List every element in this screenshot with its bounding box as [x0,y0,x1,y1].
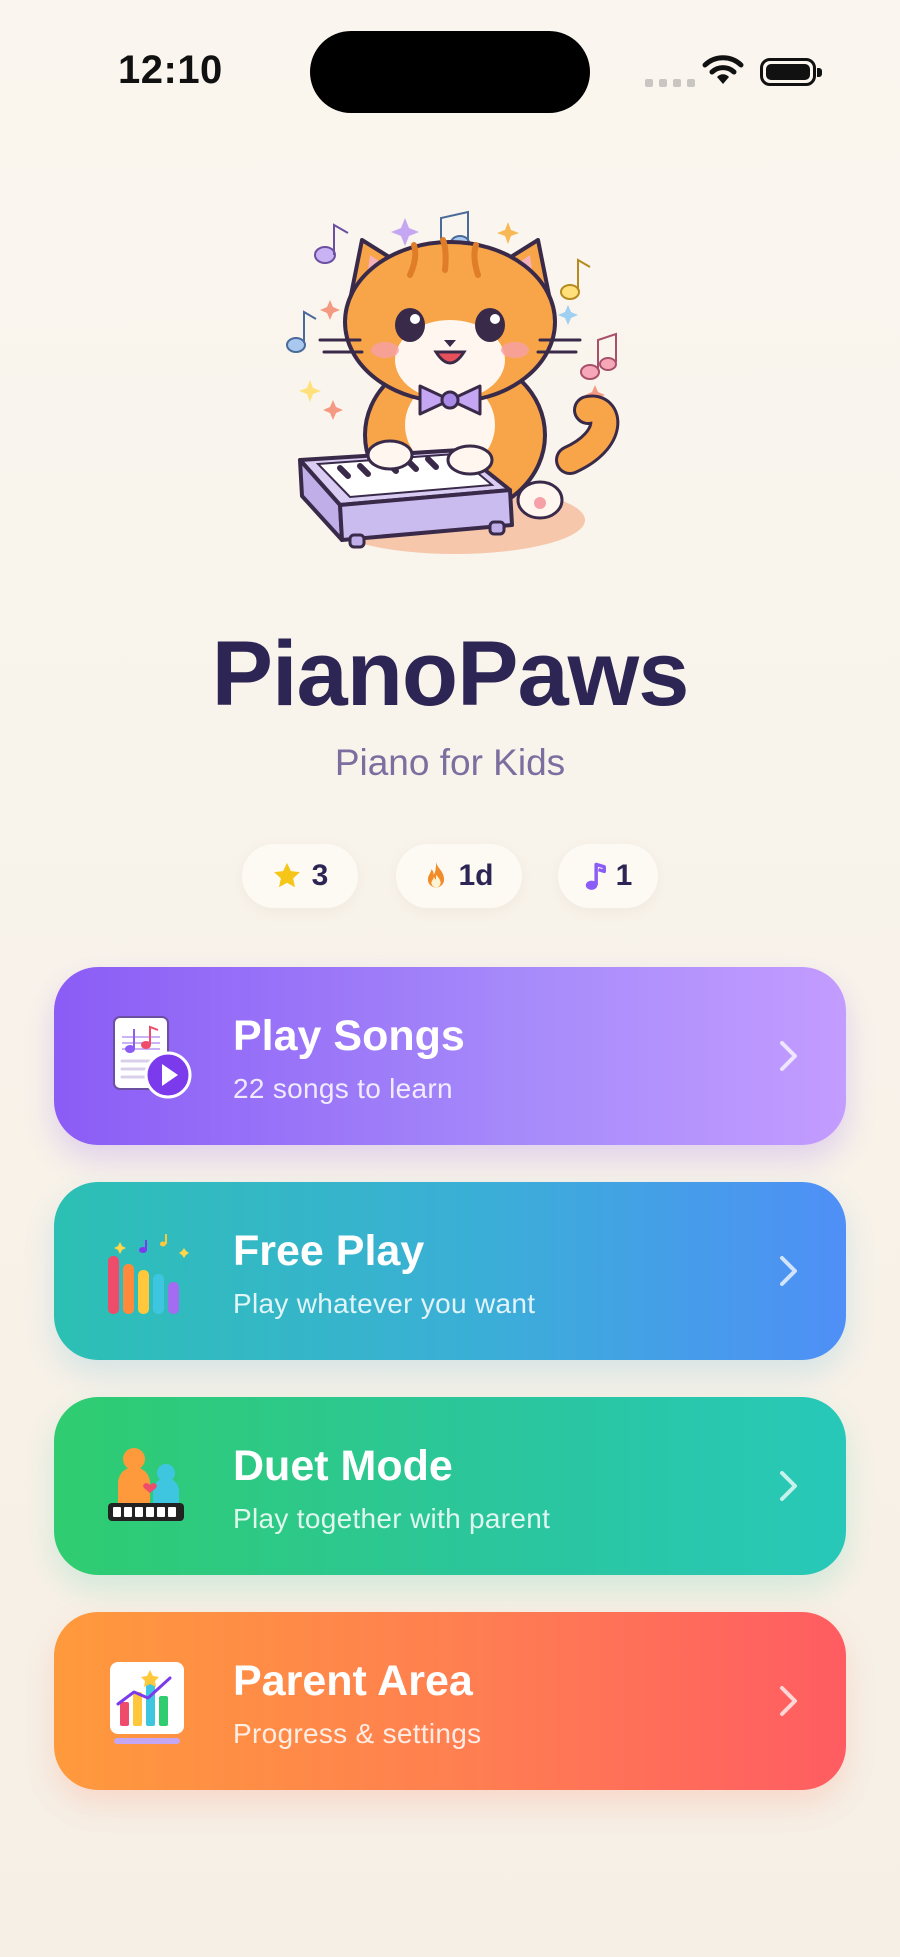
cat-piano-mascot-illustration [286,210,620,554]
songs-count: 1 [615,859,633,892]
status-time: 12:10 [118,48,223,92]
songs-badge: 1 [558,844,658,908]
progress-chart-icon [110,1662,184,1744]
flame-icon [428,862,445,888]
streak-badge: 1d [396,844,522,908]
chevron-right-icon [780,1041,797,1071]
duet-mode-card[interactable]: Duet Mode Play together with parent [54,1397,846,1575]
parent-area-subtitle: Progress & settings [233,1718,482,1749]
parent-child-keyboard-icon [108,1448,184,1521]
battery-icon [760,58,822,86]
stars-count: 3 [311,859,329,892]
duet-mode-title: Duet Mode [233,1442,453,1490]
star-icon [273,862,300,888]
duet-mode-subtitle: Play together with parent [233,1503,551,1534]
music-note-icon [585,862,606,890]
free-play-card[interactable]: Free Play Play whatever you want [54,1182,846,1360]
app-title: PianoPaws [211,623,690,725]
play-songs-card[interactable]: Play Songs 22 songs to learn [54,967,846,1145]
cellular-signal-icon [645,79,695,87]
wifi-icon [702,55,744,84]
stars-badge: 3 [242,844,358,908]
chevron-right-icon [780,1686,797,1716]
stats-row: 3 1d 1 [0,844,900,908]
play-songs-title: Play Songs [233,1012,465,1060]
parent-area-title: Parent Area [233,1657,473,1705]
chevron-right-icon [780,1256,797,1286]
play-songs-subtitle: 22 songs to learn [233,1073,453,1104]
free-play-subtitle: Play whatever you want [233,1288,536,1319]
parent-area-card[interactable]: Parent Area Progress & settings [54,1612,846,1790]
equalizer-bars-icon [108,1234,189,1314]
status-bar: 12:10 [0,0,900,140]
app-subtitle: Piano for Kids [334,742,566,783]
song-sheet-play-icon [113,1016,192,1099]
dynamic-island [310,31,590,113]
streak-count: 1d [458,859,494,892]
free-play-title: Free Play [233,1227,425,1275]
chevron-right-icon [780,1471,797,1501]
